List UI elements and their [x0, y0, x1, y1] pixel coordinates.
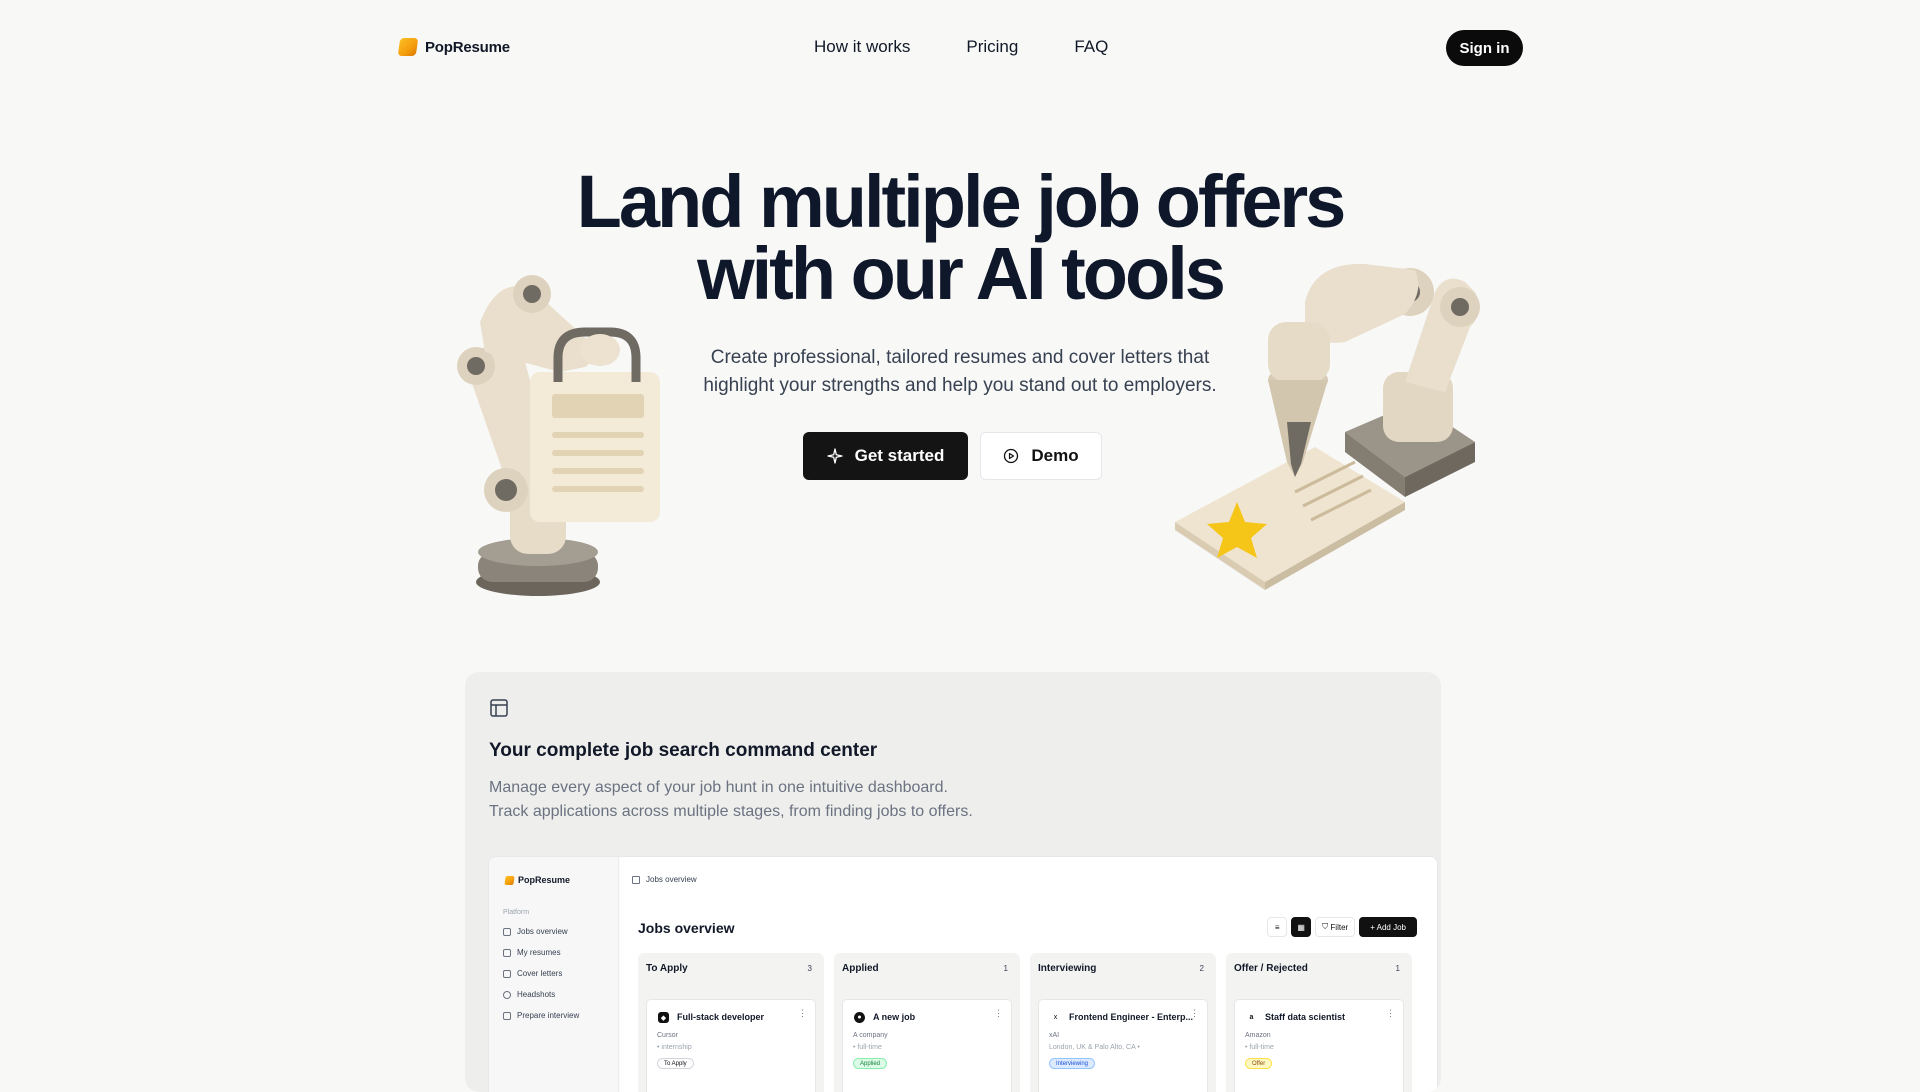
sidebar-item-headshots[interactable]: Headshots — [503, 990, 555, 999]
column-applied: Applied 1 ● A new job ⋮ A company • full… — [834, 953, 1020, 1092]
sparkle-icon — [826, 448, 843, 464]
dashboard-brand: PopResume — [504, 875, 570, 885]
file-icon — [503, 948, 511, 957]
letter-icon — [503, 969, 511, 978]
company-logo-icon: a — [1246, 1012, 1257, 1023]
feature-card: Your complete job search command center … — [465, 672, 1441, 1092]
job-card[interactable]: a Staff data scientist ⋮ Amazon • full-t… — [1234, 999, 1404, 1092]
job-card[interactable]: ◆ Full-stack developer ⋮ Cursor • intern… — [646, 999, 816, 1092]
demo-button[interactable]: Demo — [980, 432, 1102, 480]
interview-icon — [503, 1011, 511, 1020]
nav-links: How it works Pricing FAQ — [814, 37, 1108, 57]
get-started-button[interactable]: Get started — [803, 432, 968, 480]
add-job-button[interactable]: + Add Job — [1359, 917, 1417, 937]
layout-panel-icon — [490, 699, 508, 717]
column-to-apply: To Apply 3 ◆ Full-stack developer ⋮ Curs… — [638, 953, 824, 1092]
dashboard-main: Jobs overview Jobs overview ≡ ▦ ⛉ Filter… — [620, 857, 1437, 1092]
sidebar-item-jobs-overview[interactable]: Jobs overview — [503, 927, 568, 936]
company-logo-icon: x — [1050, 1012, 1061, 1023]
panel-toggle-icon[interactable] — [632, 875, 640, 884]
play-circle-icon — [1004, 448, 1019, 464]
home-icon — [503, 927, 511, 936]
feature-description: Manage every aspect of your job hunt in … — [489, 779, 973, 820]
filter-button[interactable]: ⛉ Filter — [1315, 917, 1356, 937]
list-view-icon[interactable]: ≡ — [1267, 917, 1288, 937]
more-options-icon[interactable]: ⋮ — [798, 1008, 807, 1019]
column-interviewing: Interviewing 2 x Frontend Engineer - Ent… — [1030, 953, 1216, 1092]
filter-icon: ⛉ — [1322, 922, 1331, 931]
job-card[interactable]: ● A new job ⋮ A company • full-time Appl… — [842, 999, 1012, 1092]
sign-in-button[interactable]: Sign in — [1446, 30, 1523, 66]
sidebar-item-cover-letters[interactable]: Cover letters — [503, 969, 562, 978]
column-offer-rejected: Offer / Rejected 1 a Staff data scientis… — [1226, 953, 1412, 1092]
status-badge[interactable]: Interviewing — [1049, 1058, 1096, 1069]
hero-subtitle: Create professional, tailored resumes an… — [703, 347, 1217, 396]
robot-arm-clipboard-illustration — [457, 275, 660, 596]
company-logo-icon: ◆ — [658, 1012, 669, 1023]
get-started-label: Get started — [854, 446, 945, 465]
status-badge[interactable]: To Apply — [657, 1058, 694, 1069]
nav-link-pricing[interactable]: Pricing — [966, 37, 1018, 57]
demo-label: Demo — [1031, 446, 1079, 465]
brand-name: PopResume — [425, 38, 510, 56]
aperture-icon — [503, 990, 511, 999]
status-badge[interactable]: Offer — [1245, 1058, 1273, 1069]
sidebar-item-prepare-interview[interactable]: Prepare interview — [503, 1011, 579, 1020]
dashboard-toolbar: ≡ ▦ ⛉ Filter + Add Job — [1267, 917, 1417, 937]
logo-mark-icon — [397, 38, 419, 56]
more-options-icon[interactable]: ⋮ — [1386, 1008, 1395, 1019]
more-options-icon[interactable]: ⋮ — [994, 1008, 1003, 1019]
brand-logo[interactable]: PopResume — [397, 38, 510, 56]
dashboard-title: Jobs overview — [638, 920, 735, 936]
sidebar-item-my-resumes[interactable]: My resumes — [503, 948, 561, 957]
board-view-icon[interactable]: ▦ — [1291, 917, 1312, 937]
sidebar-section-label: Platform — [503, 909, 530, 916]
feature-title: Your complete job search command center — [489, 740, 878, 761]
breadcrumb: Jobs overview — [632, 875, 697, 884]
dashboard-preview: PopResume Platform Jobs overview My resu… — [488, 856, 1438, 1092]
hero-headline: Land multiple job offers with our AI too… — [576, 160, 1347, 315]
job-card[interactable]: x Frontend Engineer - Enterp... ⋮ xAI Lo… — [1038, 999, 1208, 1092]
dashboard-sidebar: PopResume Platform Jobs overview My resu… — [489, 857, 619, 1092]
logo-mark-icon — [504, 875, 515, 885]
more-options-icon[interactable]: ⋮ — [1190, 1008, 1199, 1019]
nav-link-how-it-works[interactable]: How it works — [814, 37, 910, 57]
company-logo-icon: ● — [854, 1012, 865, 1023]
status-badge[interactable]: Applied — [853, 1058, 888, 1069]
top-nav: PopResume How it works Pricing FAQ Sign … — [0, 0, 1920, 96]
nav-link-faq[interactable]: FAQ — [1074, 37, 1108, 57]
